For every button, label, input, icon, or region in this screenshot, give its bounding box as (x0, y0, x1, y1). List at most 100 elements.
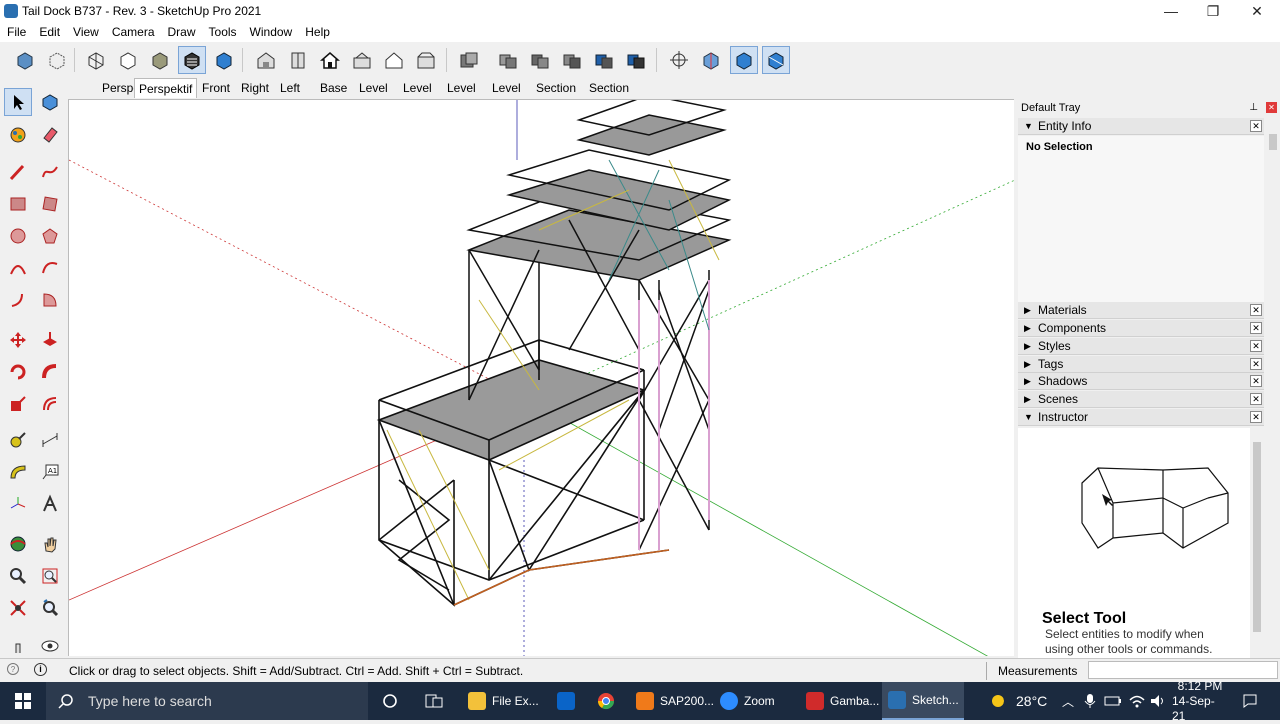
two-point-arc-icon[interactable] (36, 254, 64, 282)
shaded-textures-style-icon[interactable] (178, 46, 206, 74)
close-panel-icon[interactable]: ✕ (1250, 393, 1262, 405)
tab-base[interactable]: Base (316, 78, 351, 98)
tab-front[interactable]: Front (198, 78, 234, 98)
start-button[interactable] (0, 682, 46, 720)
tab-level-1[interactable]: Level 1 (355, 78, 392, 115)
panel-materials[interactable]: ▶ Materials ✕ (1018, 302, 1264, 319)
task-view-icon[interactable] (416, 682, 452, 720)
menu-draw[interactable]: Draw (161, 22, 202, 39)
section-fill-icon[interactable] (730, 46, 758, 74)
panel-instructor[interactable]: ▼ Instructor ✕ (1018, 409, 1264, 426)
weather-temperature[interactable]: 28°C (1016, 682, 1047, 720)
taskbar-clock[interactable]: 8:12 PM 14-Sep-21 (1172, 679, 1228, 723)
axes-tool-icon[interactable] (4, 490, 32, 518)
maximize-button[interactable]: ❐ (1190, 0, 1236, 22)
circle-tool-icon[interactable] (4, 222, 32, 250)
taskbar-app-pdf[interactable]: Gamba... (800, 682, 880, 720)
look-around-icon[interactable] (36, 632, 64, 660)
menu-file[interactable]: File (0, 22, 32, 39)
back-edges-style-icon[interactable] (43, 46, 71, 74)
tray-scrollbar[interactable] (1267, 428, 1279, 658)
close-panel-icon[interactable]: ✕ (1250, 411, 1262, 423)
solid-outer-shell-icon[interactable] (494, 46, 522, 74)
rotate-tool-icon[interactable] (4, 358, 32, 386)
menu-tools[interactable]: Tools (202, 22, 243, 39)
close-panel-icon[interactable]: ✕ (1250, 304, 1262, 316)
move-tool-icon[interactable] (4, 326, 32, 354)
info-icon[interactable]: i (34, 663, 47, 676)
instructor-scrollbar[interactable] (1250, 428, 1264, 658)
taskbar-app-sap2000[interactable]: SAP200... (630, 682, 714, 720)
tab-left[interactable]: Left (276, 78, 304, 98)
text-tool-icon[interactable]: A1 (36, 458, 64, 486)
close-panel-icon[interactable]: ✕ (1250, 120, 1262, 132)
minimize-button[interactable]: — (1148, 0, 1194, 22)
close-panel-icon[interactable]: ✕ (1250, 375, 1262, 387)
xray-style-icon[interactable] (11, 46, 39, 74)
polygon-tool-icon[interactable] (36, 222, 64, 250)
wifi-icon[interactable] (1128, 682, 1146, 720)
tray-close-icon[interactable]: ✕ (1266, 102, 1277, 113)
pin-icon[interactable]: ⊥ (1249, 102, 1258, 113)
dimension-tool-icon[interactable] (36, 426, 64, 454)
pie-tool-icon[interactable] (36, 286, 64, 314)
tab-level-4[interactable]: Level 4 (488, 78, 525, 115)
pan-tool-icon[interactable] (36, 530, 64, 558)
menu-help[interactable]: Help (298, 22, 336, 39)
left-view-icon[interactable] (412, 46, 440, 74)
offset-tool-icon[interactable] (36, 390, 64, 418)
hidden-line-style-icon[interactable] (114, 46, 142, 74)
rectangle-tool-icon[interactable] (4, 190, 32, 218)
previous-view-icon[interactable] (36, 594, 64, 622)
panel-tags[interactable]: ▶ Tags ✕ (1018, 356, 1264, 373)
zoom-extents-icon[interactable] (4, 594, 32, 622)
panel-scenes[interactable]: ▶ Scenes ✕ (1018, 391, 1264, 408)
right-view-icon[interactable] (348, 46, 376, 74)
section-cut-icon[interactable] (697, 46, 725, 74)
make-component-icon[interactable] (36, 88, 64, 116)
close-panel-icon[interactable]: ✕ (1250, 358, 1262, 370)
menu-view[interactable]: View (66, 22, 105, 39)
push-pull-icon[interactable] (36, 326, 64, 354)
panel-entity-info[interactable]: ▼ Entity Info ✕ (1018, 118, 1264, 135)
eraser-icon[interactable] (36, 120, 64, 148)
iso-view-icon[interactable] (252, 46, 280, 74)
panel-shadows[interactable]: ▶ Shadows ✕ (1018, 373, 1264, 390)
geolocation-icon[interactable]: ? (7, 663, 19, 675)
tab-section-1[interactable]: Section 1 (532, 78, 580, 115)
top-view-icon[interactable] (284, 46, 312, 74)
cortana-icon[interactable] (372, 682, 408, 720)
3d-text-icon[interactable] (36, 490, 64, 518)
rotated-rectangle-icon[interactable] (36, 190, 64, 218)
solid-split-icon[interactable] (622, 46, 650, 74)
tray-chevron-icon[interactable]: ︿ (1062, 682, 1074, 720)
tab-section-2[interactable]: Section 2 (585, 78, 633, 115)
panel-components[interactable]: ▶ Components ✕ (1018, 320, 1264, 337)
protractor-icon[interactable] (4, 458, 32, 486)
solid-subtract-icon[interactable] (590, 46, 618, 74)
tab-level-2[interactable]: Level 2 (399, 78, 436, 115)
battery-icon[interactable] (1104, 682, 1122, 720)
panel-styles[interactable]: ▶ Styles ✕ (1018, 338, 1264, 355)
tab-level-3[interactable]: Level 3 (443, 78, 480, 115)
zoom-window-icon[interactable] (36, 562, 64, 590)
taskbar-search[interactable]: Type here to search (46, 682, 368, 720)
paint-bucket-icon[interactable] (4, 120, 32, 148)
walk-tool-icon[interactable] (4, 632, 32, 660)
section-plane-icon[interactable] (455, 46, 483, 74)
follow-me-icon[interactable] (36, 358, 64, 386)
front-view-icon[interactable] (316, 46, 344, 74)
taskbar-app-sketchup[interactable]: Sketch... (882, 682, 964, 720)
tab-right[interactable]: Right (237, 78, 273, 98)
taskbar-app-file-explorer[interactable]: File Ex... (462, 682, 544, 720)
close-panel-icon[interactable]: ✕ (1250, 340, 1262, 352)
volume-icon[interactable] (1150, 682, 1166, 720)
microphone-icon[interactable] (1084, 682, 1096, 720)
measurements-field[interactable] (1088, 661, 1278, 679)
tab-perspektif-2[interactable]: Perspektif 2 (134, 78, 198, 116)
freehand-tool-icon[interactable] (36, 158, 64, 186)
arc-tool-icon[interactable] (4, 254, 32, 282)
notifications-icon[interactable] (1238, 682, 1262, 720)
orbit-tool-icon[interactable] (4, 530, 32, 558)
taskbar-app-chrome[interactable] (588, 682, 624, 720)
